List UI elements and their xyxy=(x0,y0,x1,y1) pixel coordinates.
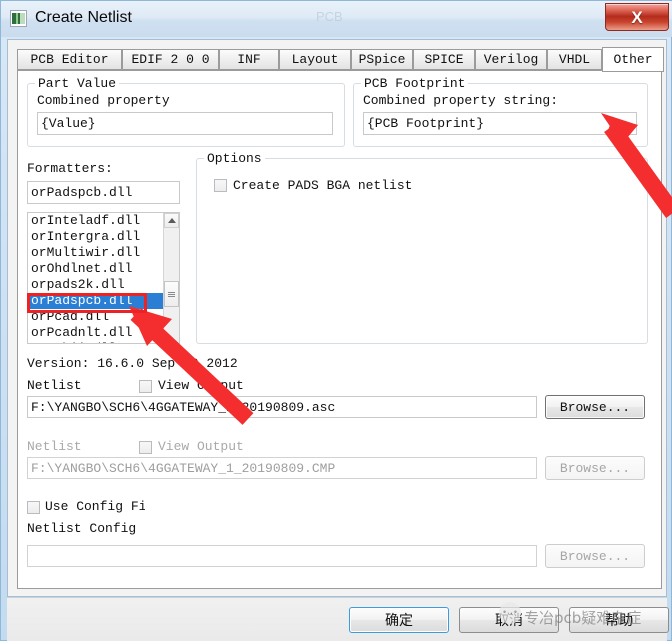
netlist-secondary-view-output-label: View Output xyxy=(158,439,244,454)
tab-layout[interactable]: Layout xyxy=(279,49,351,70)
tab-label: EDIF 2 0 0 xyxy=(131,52,210,67)
options-group-title: Options xyxy=(204,151,265,166)
tab-pspice[interactable]: PSpice xyxy=(351,49,413,70)
formatters-input[interactable] xyxy=(27,181,180,204)
netlist-primary-label: Netlist xyxy=(27,378,82,393)
part-value-input[interactable] xyxy=(37,112,333,135)
list-item[interactable]: orPcadnlt.dll xyxy=(28,325,179,341)
netlist-secondary-view-output-checkbox xyxy=(139,441,152,454)
title-bar: Create Netlist PCB X xyxy=(1,1,672,37)
list-item[interactable]: orPcbii.dll xyxy=(28,341,179,343)
browse-button-label: Browse... xyxy=(559,399,631,415)
selected-formatter-highlight xyxy=(27,293,147,313)
list-item[interactable]: orIntergra.dll xyxy=(28,229,179,245)
dialog-client-area: PCB Editor EDIF 2 0 0 INF Layout PSpice … xyxy=(7,39,667,597)
tab-verilog[interactable]: Verilog xyxy=(475,49,547,70)
part-value-label: Combined property xyxy=(37,93,170,108)
scroll-up-arrow-icon[interactable] xyxy=(164,213,179,228)
watermark-logo: •ᴗ• xyxy=(499,602,521,624)
tab-other[interactable]: Other xyxy=(602,47,664,72)
tab-inf[interactable]: INF xyxy=(219,49,279,70)
netlist-config-file-label: Netlist Config xyxy=(27,521,137,536)
tab-strip: PCB Editor EDIF 2 0 0 INF Layout PSpice … xyxy=(17,47,664,72)
pcb-footprint-input[interactable] xyxy=(363,112,637,135)
dialog-footer: 确定 取消 帮助 xyxy=(7,597,669,641)
formatters-label: Formatters: xyxy=(27,161,113,176)
tab-pcb-editor[interactable]: PCB Editor xyxy=(17,49,122,70)
ok-button-label: 确定 xyxy=(385,613,413,629)
netlist-secondary-path-input xyxy=(27,457,537,479)
netlist-app-icon xyxy=(10,10,27,27)
list-item[interactable]: orInteladf.dll xyxy=(28,213,179,229)
tab-label: SPICE xyxy=(424,52,464,67)
tab-label: Layout xyxy=(291,52,339,67)
netlist-primary-view-output-checkbox[interactable] xyxy=(139,380,152,393)
part-value-group: Part Value Combined property xyxy=(27,76,345,147)
list-item[interactable]: orOhdlnet.dll xyxy=(28,261,179,277)
version-text: Version: 16.6.0 Sep 10 2012 xyxy=(27,356,238,371)
create-pads-bga-netlist-label: Create PADS BGA netlist xyxy=(233,178,413,193)
netlist-secondary-browse-button: Browse... xyxy=(545,456,645,480)
tab-edif-2-0-0[interactable]: EDIF 2 0 0 xyxy=(122,49,219,70)
create-netlist-window: Create Netlist PCB X PCB Editor EDIF 2 0… xyxy=(0,0,672,641)
window-title: Create Netlist xyxy=(35,9,132,26)
netlist-primary-browse-button[interactable]: Browse... xyxy=(545,395,645,419)
formatters-listbox[interactable]: orInteladf.dll orIntergra.dll orMultiwir… xyxy=(27,212,180,344)
ok-button[interactable]: 确定 xyxy=(349,607,449,633)
tab-label: Verilog xyxy=(483,52,539,67)
options-group: Options Create PADS BGA netlist xyxy=(196,151,648,344)
pcb-footprint-label: Combined property string: xyxy=(363,93,559,108)
use-config-file-checkbox[interactable] xyxy=(27,501,40,514)
title-ghost-text: PCB xyxy=(316,9,343,24)
pcb-footprint-group-title: PCB Footprint xyxy=(361,76,469,91)
create-pads-bga-netlist-checkbox[interactable] xyxy=(214,179,227,192)
help-button[interactable]: 帮助 xyxy=(569,607,669,633)
browse-button-label: Browse... xyxy=(559,460,631,476)
close-button[interactable]: X xyxy=(605,3,669,31)
close-icon: X xyxy=(631,7,643,27)
netlist-secondary-label: Netlist xyxy=(27,439,82,454)
tab-label: PCB Editor xyxy=(30,52,109,67)
list-item[interactable]: orpads2k.dll xyxy=(28,277,179,293)
help-button-label: 帮助 xyxy=(605,613,633,629)
part-value-group-title: Part Value xyxy=(35,76,120,91)
netlist-primary-path-input[interactable] xyxy=(27,396,537,418)
use-config-file-label: Use Config Fil xyxy=(45,499,145,514)
netlist-primary-view-output-label: View Output xyxy=(158,378,244,393)
tab-panel-other: Part Value Combined property PCB Footpri… xyxy=(17,71,662,589)
browse-button-label: Browse... xyxy=(559,548,631,564)
tab-label: Other xyxy=(613,52,653,67)
netlist-config-path-input xyxy=(27,545,537,567)
tab-label: VHDL xyxy=(558,52,591,67)
pcb-footprint-group: PCB Footprint Combined property string: xyxy=(353,76,648,147)
tab-spice[interactable]: SPICE xyxy=(413,49,475,70)
formatters-scrollbar[interactable] xyxy=(163,213,179,343)
scrollbar-thumb[interactable] xyxy=(164,281,179,307)
list-item[interactable]: orMultiwir.dll xyxy=(28,245,179,261)
tab-label: PSpice xyxy=(358,52,406,67)
tab-vhdl[interactable]: VHDL xyxy=(547,49,602,70)
config-browse-button: Browse... xyxy=(545,544,645,568)
tab-label: INF xyxy=(237,52,261,67)
